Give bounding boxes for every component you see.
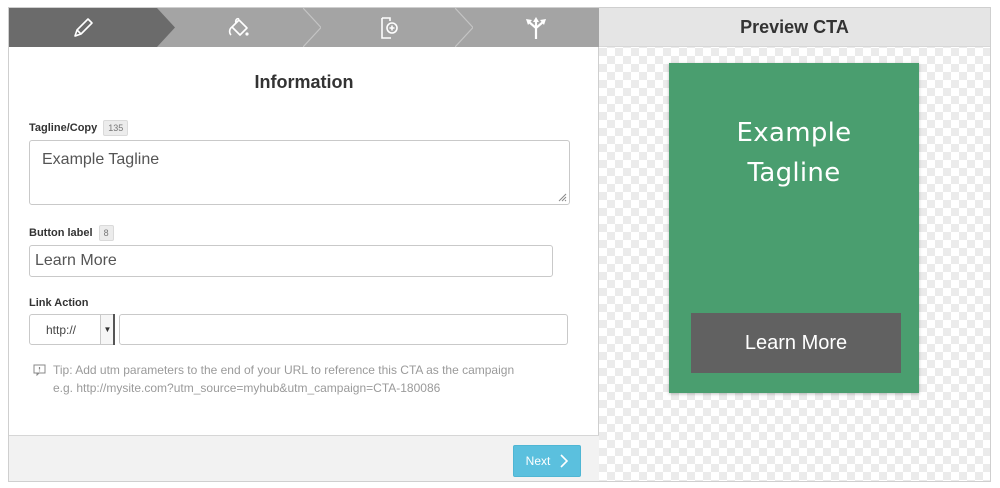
protocol-select-value: http:// [46, 323, 77, 337]
step-divider [303, 8, 321, 47]
editor-footer: Next [9, 435, 599, 481]
tagline-textarea[interactable]: Example Tagline [29, 140, 570, 205]
next-button[interactable]: Next [513, 445, 581, 477]
cta-preview-tagline: Example Tagline [736, 118, 852, 188]
select-divider [113, 314, 115, 345]
tagline-char-count-badge: 135 [103, 120, 129, 136]
split-arrows-icon [526, 16, 546, 39]
cta-preview-card: Example Tagline Learn More [669, 63, 919, 393]
tip-icon [33, 364, 46, 376]
resize-grip-icon[interactable] [557, 192, 567, 202]
cta-preview-button[interactable]: Learn More [691, 313, 901, 373]
url-input[interactable] [119, 314, 568, 345]
step-divider [455, 8, 473, 47]
tagline-value: Example Tagline [42, 151, 160, 168]
preview-title: Preview CTA [599, 8, 990, 47]
pencil-icon [74, 17, 93, 37]
form-title: Information [254, 72, 354, 92]
step-information[interactable] [9, 8, 157, 47]
wizard-steps [9, 8, 599, 47]
tagline-label: Tagline/Copy 135 [29, 120, 129, 136]
chevron-right-icon [560, 454, 569, 468]
button-label-input[interactable]: Learn More [29, 245, 553, 277]
step-design[interactable] [175, 8, 303, 47]
next-button-label: Next [525, 454, 551, 468]
button-label-label-text: Button label [29, 227, 93, 239]
add-page-icon [381, 16, 398, 39]
paint-bucket-icon [228, 17, 249, 36]
chevron-down-icon[interactable]: ▼ [100, 315, 114, 344]
cta-editor-window: Information Tagline/Copy 135 Example Tag… [8, 7, 991, 482]
button-label-value: Learn More [35, 252, 117, 269]
protocol-select[interactable]: http:// ▼ [29, 314, 115, 345]
tip-text: Tip: Add utm parameters to the end of yo… [53, 363, 515, 377]
button-label-label: Button label 8 [29, 225, 114, 241]
step-placement[interactable] [321, 8, 455, 47]
preview-panel: Preview CTA Example Tagline Learn More [599, 8, 990, 481]
editor-panel: Information Tagline/Copy 135 Example Tag… [9, 8, 599, 481]
step-divider [157, 8, 175, 47]
step-targeting[interactable] [473, 8, 599, 47]
button-label-char-count-badge: 8 [98, 225, 114, 241]
tagline-label-text: Tagline/Copy [29, 122, 98, 134]
link-action-label: Link Action [29, 297, 89, 309]
tip-example: e.g. http://mysite.com?utm_source=myhub&… [53, 381, 441, 395]
